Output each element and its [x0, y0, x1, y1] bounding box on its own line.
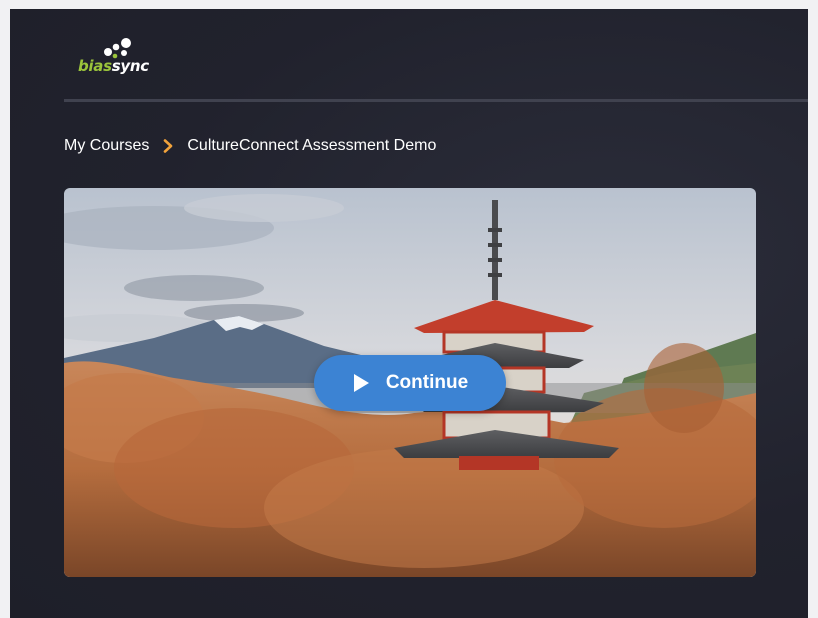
app-window: biassync My Courses CultureConnect Asses… [10, 9, 808, 618]
header-divider [64, 99, 808, 102]
logo-text-bias: bias [78, 57, 112, 75]
continue-button[interactable]: Continue [314, 355, 506, 411]
logo-text-sync: sync [111, 57, 149, 75]
chevron-right-icon [157, 138, 179, 154]
logo-text: biassync [78, 57, 149, 75]
biassync-logo[interactable]: biassync [78, 37, 168, 81]
play-icon [353, 374, 369, 392]
continue-button-label: Continue [385, 372, 469, 393]
breadcrumb-my-courses-link[interactable]: My Courses [64, 137, 149, 155]
breadcrumb-current-course: CultureConnect Assessment Demo [187, 137, 437, 154]
course-hero-image[interactable]: Continue [64, 188, 756, 577]
breadcrumb: My Courses CultureConnect Assessment Dem… [64, 135, 436, 157]
